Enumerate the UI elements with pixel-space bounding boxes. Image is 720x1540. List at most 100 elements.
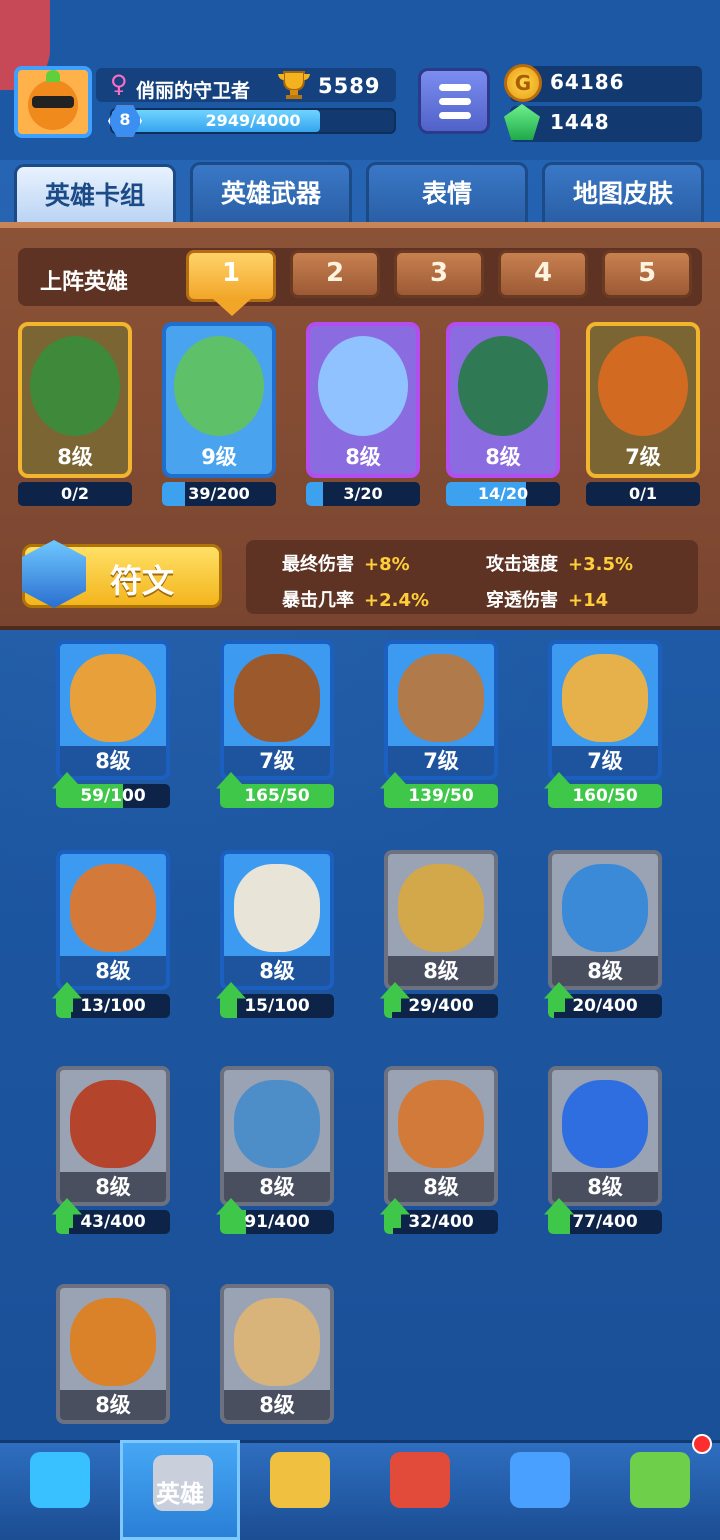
nav-item[interactable]: 英雄 bbox=[120, 1440, 240, 1540]
tab-map-skins[interactable]: 地图皮肤 bbox=[542, 162, 704, 222]
deck-label: 上阵英雄 bbox=[40, 270, 129, 295]
nav-item[interactable] bbox=[360, 1440, 480, 1540]
hero-portrait bbox=[398, 864, 484, 952]
tab-emotes[interactable]: 表情 bbox=[366, 162, 528, 222]
trophy-icon bbox=[278, 71, 310, 99]
nav-item[interactable] bbox=[240, 1440, 360, 1540]
tab-hero-deck[interactable]: 英雄卡组 bbox=[14, 164, 176, 224]
friends-banner-icon bbox=[510, 1452, 570, 1508]
stat-penetration-damage: 穿透伤害 +14 bbox=[486, 590, 609, 611]
deck-slot-3[interactable]: 3 bbox=[394, 250, 484, 298]
hero-collection-card[interactable]: 8级 bbox=[548, 1066, 662, 1206]
hero-level: 8级 bbox=[60, 1390, 166, 1420]
hero-collection-card[interactable]: 8级 bbox=[56, 1284, 170, 1424]
hero-portrait bbox=[234, 864, 320, 952]
deck-hero-card[interactable]: 8级 bbox=[18, 322, 132, 478]
nav-item[interactable] bbox=[0, 1440, 120, 1540]
hero-collection-card[interactable]: 8级 bbox=[384, 1066, 498, 1206]
hero-card-progress: 3/20 bbox=[306, 482, 420, 506]
nav-item[interactable] bbox=[600, 1440, 720, 1540]
progress-text: 39/200 bbox=[188, 484, 250, 503]
hero-portrait bbox=[598, 336, 688, 436]
stat-crit-chance: 暴击几率 +2.4% bbox=[282, 590, 430, 611]
hero-collection-card[interactable]: 8级 bbox=[56, 1066, 170, 1206]
progress-text: 43/400 bbox=[80, 1212, 146, 1232]
progress-text: 0/2 bbox=[60, 484, 90, 503]
hero-level: 8级 bbox=[60, 956, 166, 986]
crossed-swords-icon bbox=[270, 1452, 330, 1508]
progress-text: 165/50 bbox=[244, 786, 310, 806]
hero-collection-card[interactable]: 8级 bbox=[548, 850, 662, 990]
deck-hero-card[interactable]: 8级 bbox=[306, 322, 420, 478]
hero-level: 8级 bbox=[485, 445, 521, 469]
hero-portrait bbox=[234, 654, 320, 742]
hero-card-progress: 39/200 bbox=[162, 482, 276, 506]
gender-female-icon: ♀ bbox=[110, 70, 128, 98]
nav-item[interactable] bbox=[480, 1440, 600, 1540]
hero-portrait bbox=[70, 1298, 156, 1386]
deck-slot-2[interactable]: 2 bbox=[290, 250, 380, 298]
notification-dot bbox=[692, 1434, 712, 1454]
progress-text: 160/50 bbox=[572, 786, 638, 806]
hero-collection-card[interactable]: 7级 bbox=[548, 640, 662, 780]
hero-level: 8级 bbox=[60, 746, 166, 776]
gold-amount: 64186 bbox=[550, 70, 625, 94]
hero-portrait bbox=[70, 654, 156, 742]
hero-portrait bbox=[234, 1298, 320, 1386]
menu-line bbox=[439, 84, 471, 91]
deck-hero-card[interactable]: 8级 bbox=[446, 322, 560, 478]
crown-shield-icon bbox=[390, 1452, 450, 1508]
hero-portrait bbox=[70, 1080, 156, 1168]
hero-level: 8级 bbox=[60, 1172, 166, 1202]
hero-level: 7级 bbox=[388, 746, 494, 776]
progress-fill bbox=[162, 482, 185, 506]
menu-line bbox=[439, 112, 471, 119]
hero-level: 8级 bbox=[552, 956, 658, 986]
hero-portrait bbox=[562, 864, 648, 952]
hero-card-progress: 14/20 bbox=[446, 482, 560, 506]
menu-button[interactable] bbox=[418, 68, 490, 134]
hero-portrait bbox=[398, 654, 484, 742]
hero-level: 7级 bbox=[552, 746, 658, 776]
deck-slot-1[interactable]: 1 bbox=[186, 250, 276, 302]
hero-level: 8级 bbox=[57, 445, 93, 469]
hero-card-progress: 0/1 bbox=[586, 482, 700, 506]
progress-text: 32/400 bbox=[408, 1212, 474, 1232]
tab-hero-weapons[interactable]: 英雄武器 bbox=[190, 162, 352, 222]
progress-text: 139/50 bbox=[408, 786, 474, 806]
xp-bar: 2949/4000 bbox=[110, 108, 396, 134]
stat-final-damage: 最终伤害 +8% bbox=[282, 554, 410, 575]
hero-collection-card[interactable]: 7级 bbox=[384, 640, 498, 780]
hero-collection-card[interactable]: 8级 bbox=[384, 850, 498, 990]
hero-portrait bbox=[562, 654, 648, 742]
hero-collection-card[interactable]: 7级 bbox=[220, 640, 334, 780]
deck-slot-4[interactable]: 4 bbox=[498, 250, 588, 298]
hero-portrait bbox=[70, 864, 156, 952]
xp-text: 2949/4000 bbox=[205, 111, 301, 130]
hero-collection-card[interactable]: 8级 bbox=[220, 1066, 334, 1206]
progress-text: 14/20 bbox=[477, 484, 529, 503]
hero-level: 7级 bbox=[224, 746, 330, 776]
hero-portrait bbox=[458, 336, 548, 436]
hero-level: 8级 bbox=[224, 1172, 330, 1202]
progress-text: 3/20 bbox=[343, 484, 383, 503]
hero-collection-card[interactable]: 8级 bbox=[220, 1284, 334, 1424]
hero-collection-card[interactable]: 8级 bbox=[56, 640, 170, 780]
hero-level: 8级 bbox=[224, 956, 330, 986]
hero-level: 8级 bbox=[388, 1172, 494, 1202]
hero-level: 8级 bbox=[552, 1172, 658, 1202]
deck-slot-5[interactable]: 5 bbox=[602, 250, 692, 298]
menu-line bbox=[439, 98, 471, 105]
hero-collection-card[interactable]: 8级 bbox=[220, 850, 334, 990]
sprout-island-icon bbox=[630, 1452, 690, 1508]
hero-level: 9级 bbox=[201, 445, 237, 469]
hero-collection-card[interactable]: 8级 bbox=[56, 850, 170, 990]
player-avatar[interactable] bbox=[14, 66, 92, 138]
deck-hero-card[interactable]: 9级 bbox=[162, 322, 276, 478]
deck-hero-card[interactable]: 7级 bbox=[586, 322, 700, 478]
progress-text: 91/400 bbox=[244, 1212, 310, 1232]
progress-text: 15/100 bbox=[244, 996, 310, 1016]
gold-coin-icon: G bbox=[504, 64, 542, 102]
hero-portrait bbox=[562, 1080, 648, 1168]
gem-amount: 1448 bbox=[550, 110, 610, 134]
